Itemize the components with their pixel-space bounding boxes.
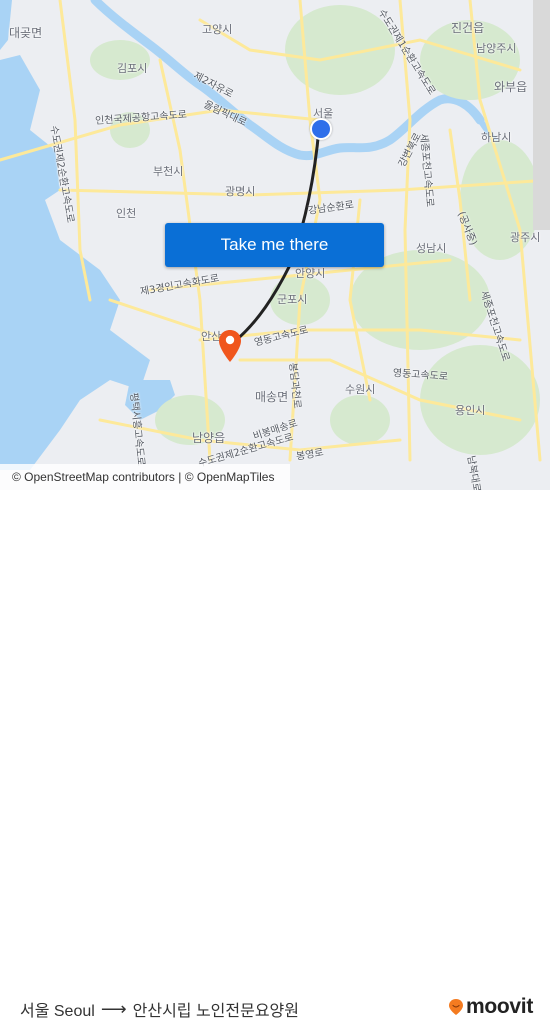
brand-name: moovit: [466, 995, 534, 1018]
place-label: 부천시: [153, 165, 184, 178]
map-view[interactable]: 대곶면 고양시 김포시 진건읍 남양주시 와부읍 서울 하남시 부천시 광명시 …: [0, 0, 550, 490]
place-label: 와부읍: [494, 80, 528, 94]
origin-marker[interactable]: [310, 118, 332, 140]
place-label: 인천: [116, 207, 137, 220]
place-label: 안양시: [295, 267, 326, 280]
place-label: 진건읍: [451, 21, 485, 35]
arrow-right-icon: ⟶: [100, 998, 127, 1019]
map-attribution[interactable]: © OpenStreetMap contributors | © OpenMap…: [0, 464, 290, 490]
map-edge-band: [533, 0, 550, 230]
footer: 서울 Seoul ⟶ 안산시립 노인전문요양원 moovit: [0, 490, 550, 1020]
place-label: 매송면: [255, 390, 289, 404]
place-label: 대곶면: [9, 26, 43, 40]
route-title: 서울 Seoul ⟶ 안산시립 노인전문요양원: [20, 997, 299, 1021]
place-label: 성남시: [416, 242, 447, 255]
moovit-logo[interactable]: moovit: [448, 995, 533, 1019]
place-label: 용인시: [455, 404, 486, 417]
place-label: 남양주시: [476, 42, 517, 55]
place-label: 고양시: [202, 23, 233, 36]
place-label: 하남시: [481, 131, 512, 144]
place-label: 남양읍: [192, 431, 226, 445]
destination-name: 안산시립 노인전문요양원: [132, 1003, 299, 1020]
origin-name: 서울 Seoul: [20, 1003, 95, 1020]
place-label: 수원시: [345, 383, 376, 396]
moovit-pin-icon: [449, 999, 463, 1015]
place-label: 광주시: [510, 231, 541, 244]
place-label: 군포시: [277, 293, 308, 306]
place-label: 광명시: [225, 185, 256, 198]
take-me-there-button[interactable]: Take me there: [165, 223, 384, 267]
place-label: 김포시: [117, 62, 148, 75]
